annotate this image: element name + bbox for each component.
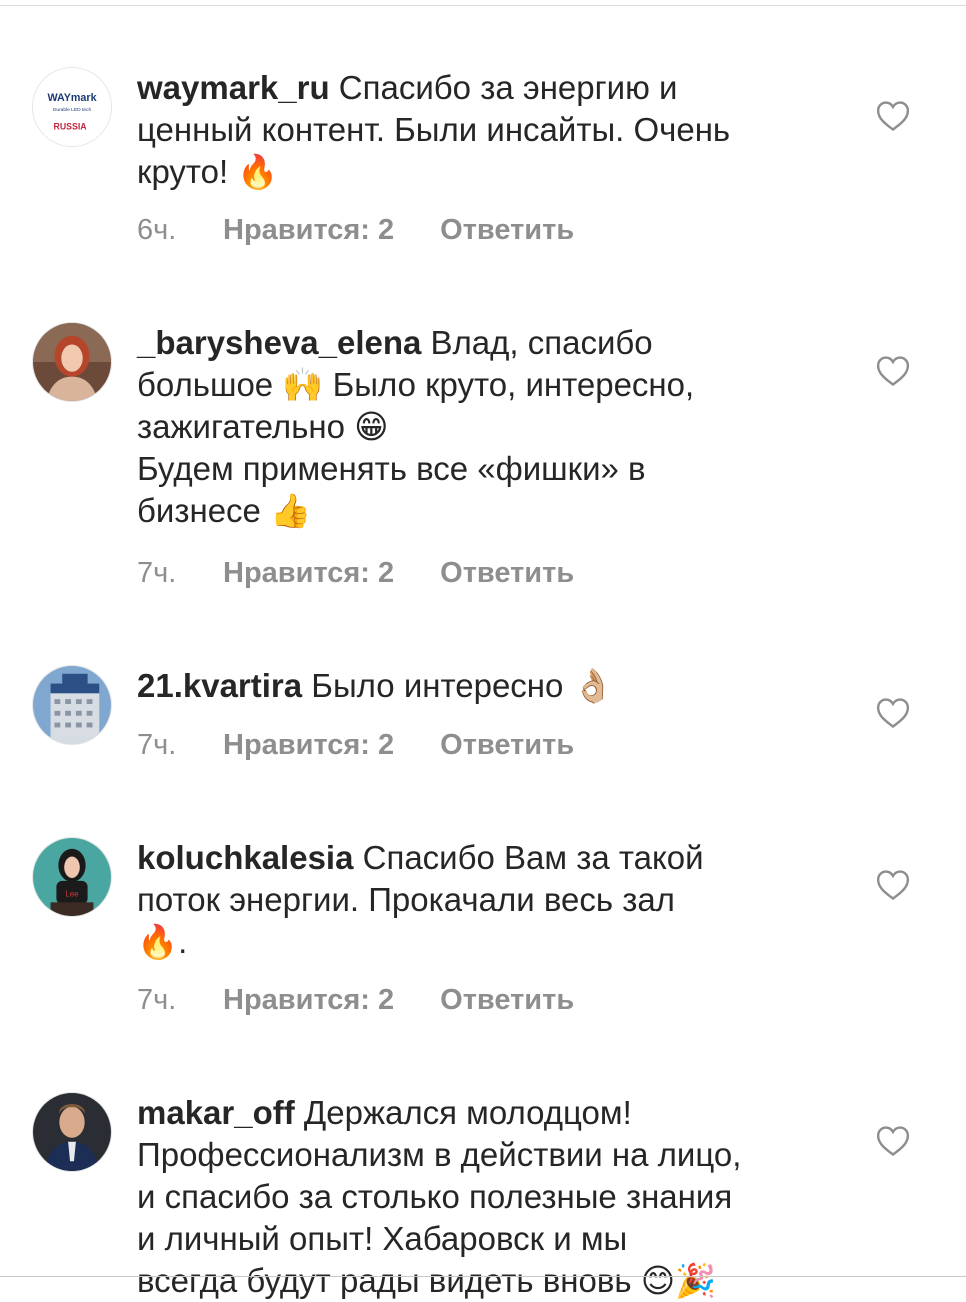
comment-likes[interactable]: Нравится: 2 (223, 980, 394, 1020)
comment-meta: 7ч. Нравится: 2 Ответить (137, 980, 574, 1020)
reply-button[interactable]: Ответить (440, 210, 574, 250)
heart-outline-icon[interactable] (876, 355, 910, 387)
reply-button[interactable]: Ответить (440, 980, 574, 1020)
bottom-divider (0, 1276, 966, 1277)
reply-button[interactable]: Ответить (440, 725, 574, 765)
avatar-makar-off[interactable] (32, 1092, 112, 1172)
heart-outline-icon[interactable] (876, 100, 910, 132)
comment-likes[interactable]: Нравится: 2 (223, 725, 394, 765)
comment-username[interactable]: 21.kvartira (137, 667, 302, 704)
heart-outline-icon[interactable] (876, 697, 910, 729)
comment-username[interactable]: makar_off (137, 1094, 295, 1131)
comment-time: 7ч. (137, 557, 177, 589)
comment-time: 7ч. (137, 729, 177, 761)
comment-text: waymark_ru Спасибо за энергию и ценный к… (137, 67, 837, 193)
comment-meta: 6ч. Нравится: 2 Ответить (137, 210, 574, 250)
comment-likes[interactable]: Нравится: 2 (223, 210, 394, 250)
heart-outline-icon[interactable] (876, 1125, 910, 1157)
avatar-logo-text: WAYmark (47, 92, 96, 104)
avatar-koluchkalesia[interactable]: Lee (32, 837, 112, 917)
avatar-barysheva[interactable] (32, 322, 112, 402)
comment-text: 21.kvartira Было интересно 👌🏼 (137, 665, 837, 707)
comment-meta: 7ч. Нравится: 2 Ответить (137, 553, 574, 593)
comment-username[interactable]: _barysheva_elena (137, 324, 421, 361)
comment-meta: 7ч. Нравится: 2 Ответить (137, 725, 574, 765)
reply-button[interactable]: Ответить (440, 553, 574, 593)
comment-text: makar_off Держался молодцом! Профессиона… (137, 1092, 837, 1302)
comment-username[interactable]: waymark_ru (137, 69, 330, 106)
top-divider (0, 5, 966, 6)
avatar-logo-sub: Durable LED tech (53, 107, 92, 113)
avatar-waymark[interactable]: WAYmark Durable LED tech RUSSIA (32, 67, 112, 147)
svg-text:Lee: Lee (65, 890, 78, 899)
comment-text: _barysheva_elena Влад, спасибо большое 🙌… (137, 322, 837, 532)
avatar-21kvartira[interactable] (32, 665, 112, 745)
comment-text: koluchkalesia Спасибо Вам за такой поток… (137, 837, 837, 963)
comment-likes[interactable]: Нравится: 2 (223, 553, 394, 593)
avatar-logo-country: RUSSIA (53, 121, 87, 131)
comment-time: 7ч. (137, 984, 177, 1016)
fire-emoji: 🔥 (237, 152, 279, 191)
comment-username[interactable]: koluchkalesia (137, 839, 353, 876)
heart-outline-icon[interactable] (876, 869, 910, 901)
comment-time: 6ч. (137, 214, 177, 246)
comment-body: Было интересно 👌🏼 (302, 667, 614, 704)
